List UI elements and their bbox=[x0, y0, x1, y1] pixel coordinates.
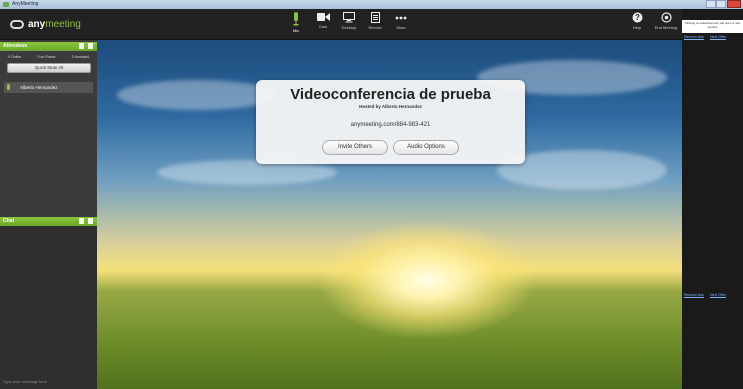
cloud bbox=[117, 80, 277, 110]
invite-others-button[interactable]: Invite Others bbox=[322, 140, 388, 155]
audio-options-button[interactable]: Audio Options bbox=[393, 140, 459, 155]
anymeeting-logo: any meeting bbox=[10, 17, 81, 31]
remove-ads-link[interactable]: Remove Ads bbox=[684, 293, 704, 297]
window-title-bar: AnyMeeting bbox=[0, 0, 743, 9]
attendees-header: Attendees bbox=[0, 42, 97, 51]
record-label: Record bbox=[368, 25, 382, 30]
svg-text:?: ? bbox=[635, 13, 640, 22]
chat-title: Chat bbox=[3, 218, 15, 224]
app-icon bbox=[3, 2, 9, 7]
help-button[interactable]: ? Help bbox=[626, 12, 648, 38]
online-count: 0 Online bbox=[8, 55, 22, 59]
window-title: AnyMeeting bbox=[12, 1, 39, 7]
phone-count: 0 on Phone bbox=[37, 55, 56, 59]
logo-mark-icon bbox=[10, 19, 24, 29]
microphone-icon bbox=[293, 12, 299, 26]
maximize-button[interactable] bbox=[716, 0, 726, 8]
more-dots-icon bbox=[395, 16, 407, 20]
minimize-button[interactable] bbox=[706, 0, 716, 8]
lock-icon[interactable] bbox=[79, 218, 84, 224]
end-meeting-button[interactable]: End Meeting bbox=[651, 12, 681, 38]
unmuted-count: 0 Unmuted bbox=[71, 55, 89, 59]
record-icon bbox=[370, 12, 380, 23]
cam-button[interactable]: Cam bbox=[312, 12, 334, 38]
cam-label: Cam bbox=[318, 24, 328, 29]
quick-mute-all-button[interactable]: Quick Mute All bbox=[7, 63, 91, 73]
sunlight bbox=[317, 220, 537, 340]
meeting-title: Videoconferencia de prueba bbox=[290, 86, 491, 103]
logo-text-bold: any bbox=[28, 18, 46, 30]
next-offer-link[interactable]: Next Offer bbox=[710, 35, 726, 39]
more-button[interactable]: More bbox=[390, 12, 412, 38]
next-offer-link[interactable]: Next Offer bbox=[710, 293, 726, 297]
mic-button[interactable]: Mic bbox=[285, 12, 307, 38]
chat-input[interactable]: Type your message here bbox=[3, 379, 47, 384]
attendee-name: Alberto Hernandez bbox=[20, 85, 58, 90]
top-toolbar: any meeting Mic Cam Desktop Record More ?… bbox=[0, 9, 743, 40]
attendees-title: Attendees bbox=[3, 43, 28, 49]
chat-messages bbox=[0, 226, 97, 389]
remove-ads-link[interactable]: Remove Ads bbox=[684, 35, 704, 39]
microphone-icon bbox=[7, 84, 10, 90]
help-label: Help bbox=[632, 25, 642, 30]
ad-notice: Clicking on advertisement will open a ne… bbox=[682, 20, 743, 33]
desktop-icon bbox=[343, 12, 355, 23]
record-button[interactable]: Record bbox=[364, 12, 386, 38]
lock-icon[interactable] bbox=[79, 43, 84, 49]
camera-icon bbox=[316, 13, 330, 21]
chat-header: Chat bbox=[0, 217, 97, 226]
meeting-host: Hosted by Alberto Hernandez bbox=[359, 104, 422, 109]
mic-label: Mic bbox=[292, 28, 300, 33]
desktop-button[interactable]: Desktop bbox=[338, 12, 360, 38]
ad-column bbox=[682, 9, 743, 389]
close-button[interactable] bbox=[727, 0, 741, 8]
meeting-url[interactable]: anymeeting.com/884-983-421 bbox=[256, 122, 525, 128]
help-icon: ? bbox=[632, 12, 642, 23]
attendee-row[interactable]: Alberto Hernandez bbox=[4, 82, 93, 93]
logo-text-rest: meeting bbox=[45, 18, 81, 30]
end-meeting-label: End Meeting bbox=[654, 25, 678, 30]
end-meeting-icon bbox=[660, 12, 672, 23]
settings-icon[interactable] bbox=[88, 218, 93, 224]
desktop-label: Desktop bbox=[341, 25, 357, 30]
more-label: More bbox=[396, 25, 406, 30]
meeting-info-dialog: Videoconferencia de prueba Hosted by Alb… bbox=[256, 80, 525, 164]
settings-icon[interactable] bbox=[88, 43, 93, 49]
attendee-status-row: 0 Online 0 on Phone 0 Unmuted bbox=[0, 52, 97, 62]
